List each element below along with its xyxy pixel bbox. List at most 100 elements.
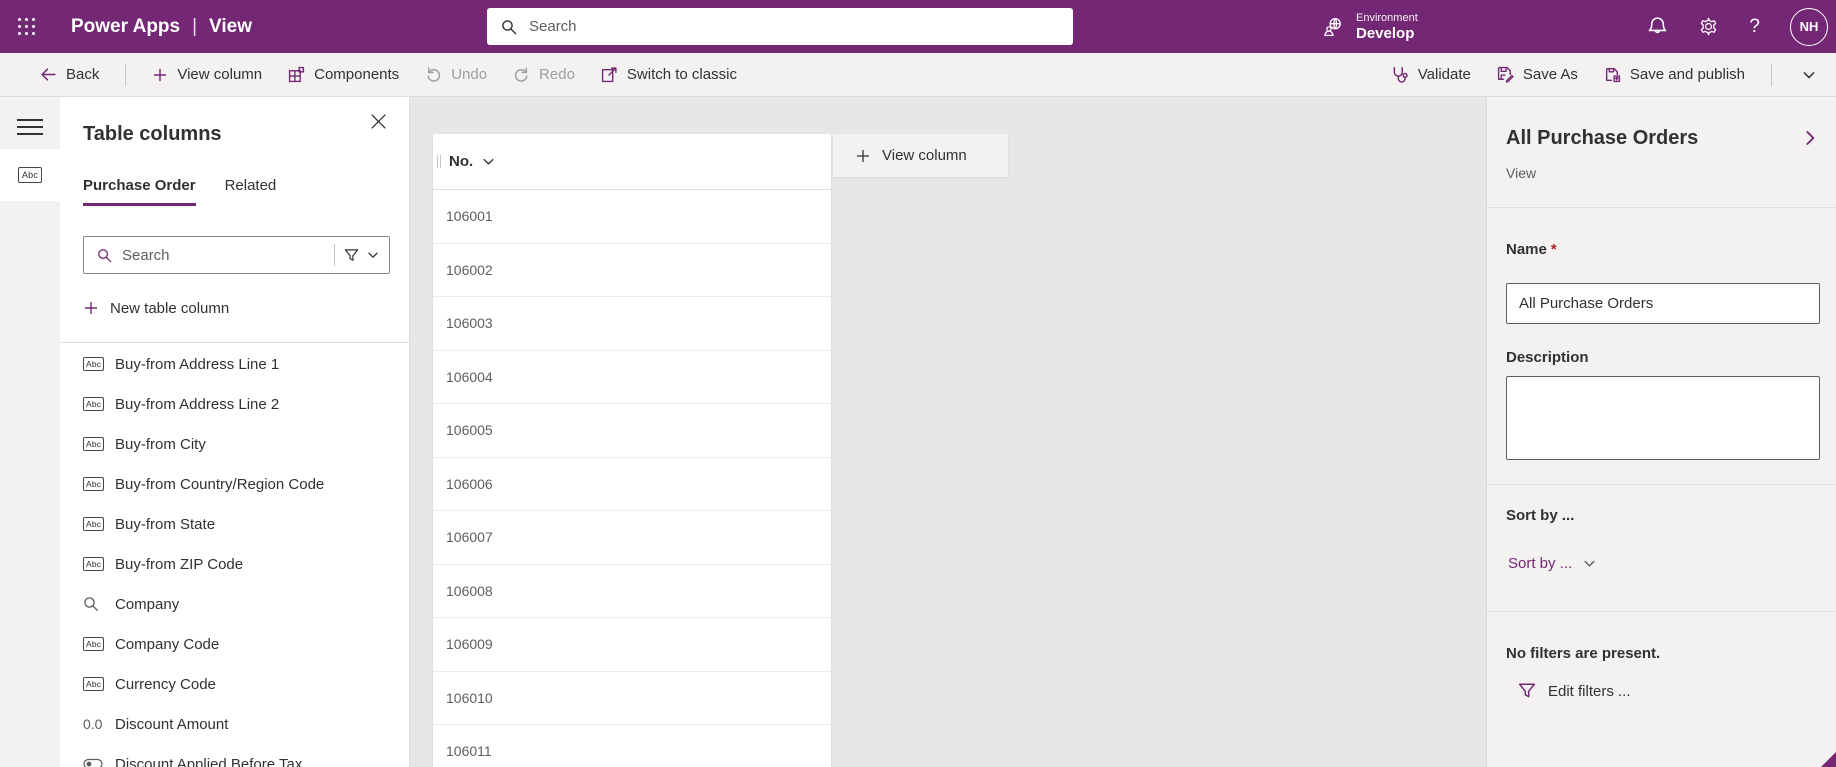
properties-header: All Purchase Orders View (1487, 97, 1836, 208)
column-list-item[interactable]: Abc Buy-from Address Line 2 (60, 384, 410, 424)
sort-section-label: Sort by ... (1506, 507, 1574, 524)
column-grip-icon[interactable] (437, 155, 441, 168)
column-list-item-label: Buy-from State (115, 516, 215, 533)
plus-icon (152, 67, 168, 83)
edit-filters-button[interactable]: Edit filters ... (1518, 682, 1631, 700)
column-list-item[interactable]: Abc Buy-from Address Line 1 (60, 344, 410, 384)
new-table-column-label: New table column (110, 300, 229, 317)
column-list-item[interactable]: Company (60, 584, 410, 624)
properties-type-label: View (1506, 165, 1536, 181)
description-field[interactable] (1506, 376, 1820, 460)
grid-cell-no: 106006 (446, 476, 493, 492)
number-column-icon: 0.0 (83, 716, 102, 732)
section-divider (1487, 611, 1836, 612)
text-column-icon: Abc (83, 557, 104, 571)
command-overflow-chevron[interactable] (1798, 64, 1820, 86)
app-header: Power Apps|View Environment Develop ? NH (0, 0, 1836, 53)
column-list-item[interactable]: Discount Applied Before Tax (60, 744, 410, 767)
search-divider (334, 244, 335, 266)
switch-to-classic-button[interactable]: Switch to classic (601, 66, 737, 83)
view-column-label: View column (177, 66, 262, 83)
column-list-item-label: Buy-from Address Line 1 (115, 356, 279, 373)
redo-icon (513, 66, 530, 83)
column-list-item[interactable]: Abc Buy-from City (60, 424, 410, 464)
tab-related[interactable]: Related (225, 177, 277, 206)
panel-separator (60, 342, 410, 343)
add-view-column-label: View column (882, 147, 967, 164)
grid-cell-no: 106001 (446, 208, 493, 224)
close-panel-button[interactable] (363, 106, 393, 136)
grid-row: 106011 (433, 725, 831, 767)
view-preview-grid: No. 106001 106002 106003 106004 (433, 134, 831, 767)
column-list-item-label: Buy-from ZIP Code (115, 556, 243, 573)
command-bar: Back View column Components Undo Redo Sw… (0, 53, 1836, 97)
gear-icon (1698, 16, 1719, 37)
grid-row: 106004 (433, 351, 831, 405)
chevron-down-icon[interactable] (367, 249, 379, 261)
text-column-icon: Abc (83, 357, 104, 371)
back-button[interactable]: Back (40, 66, 99, 83)
text-column-icon: Abc (83, 397, 104, 411)
column-list-item[interactable]: 0.0 Discount Amount (60, 704, 410, 744)
name-field[interactable] (1506, 283, 1820, 324)
column-list-item[interactable]: Abc Company Code (60, 624, 410, 664)
environment-label: Environment (1356, 11, 1418, 25)
column-list-item[interactable]: Abc Buy-from State (60, 504, 410, 544)
grid-cell-no: 106003 (446, 315, 493, 331)
back-arrow-icon (40, 66, 57, 83)
add-view-column-button[interactable]: View column (833, 134, 1008, 177)
undo-button[interactable]: Undo (425, 66, 487, 83)
help-button[interactable]: ? (1749, 16, 1760, 38)
rail-item-table-columns[interactable]: Abc (0, 149, 60, 201)
grid-column-header-no[interactable]: No. (433, 134, 831, 190)
save-as-button[interactable]: Save As (1497, 66, 1578, 83)
collapse-panel-button[interactable] (1802, 130, 1818, 146)
environment-picker[interactable]: Environment Develop (1322, 0, 1418, 53)
save-and-publish-button[interactable]: Save and publish (1604, 66, 1745, 83)
waffle-menu-icon[interactable] (0, 0, 53, 53)
column-list-item[interactable]: Abc Currency Code (60, 664, 410, 704)
back-label: Back (66, 66, 99, 83)
components-button[interactable]: Components (288, 66, 399, 83)
column-list-item-label: Discount Amount (115, 716, 228, 733)
save-and-publish-label: Save and publish (1630, 66, 1745, 83)
view-designer-canvas: No. 106001 106002 106003 106004 (410, 97, 1486, 767)
switch-to-classic-icon (601, 66, 618, 83)
help-icon: ? (1749, 16, 1760, 38)
sort-by-dropdown[interactable]: Sort by ... (1508, 555, 1596, 572)
text-column-icon: Abc (83, 637, 104, 651)
grid-cell-no: 106005 (446, 422, 493, 438)
column-list-item-label: Buy-from City (115, 436, 206, 453)
validate-icon (1391, 66, 1409, 84)
tab-purchase-order[interactable]: Purchase Order (83, 177, 196, 206)
filter-icon (1518, 682, 1536, 700)
column-list-item[interactable]: Abc Buy-from ZIP Code (60, 544, 410, 584)
filter-icon[interactable] (344, 248, 359, 263)
new-table-column-button[interactable]: New table column (83, 293, 229, 323)
grid-row: 106002 (433, 244, 831, 298)
grid-cell-no: 106009 (446, 636, 493, 652)
column-list-item-label: Currency Code (115, 676, 216, 693)
column-list-item-label: Company Code (115, 636, 219, 653)
global-search[interactable] (487, 8, 1073, 45)
chevron-down-icon (1802, 68, 1816, 82)
column-list-item-label: Discount Applied Before Tax (115, 756, 302, 767)
view-column-button[interactable]: View column (152, 66, 262, 83)
grid-row: 106001 (433, 190, 831, 244)
column-search-input[interactable] (122, 247, 325, 264)
redo-button[interactable]: Redo (513, 66, 575, 83)
resize-corner[interactable] (1821, 752, 1836, 767)
validate-button[interactable]: Validate (1391, 66, 1471, 84)
settings-button[interactable] (1698, 16, 1719, 37)
column-list: Abc Buy-from Address Line 1 Abc Buy-from… (60, 344, 410, 767)
notifications-button[interactable] (1647, 16, 1668, 37)
global-search-input[interactable] (529, 18, 1059, 35)
table-columns-panel: Table columns Purchase Order Related New… (60, 97, 410, 767)
avatar-initials: NH (1800, 19, 1819, 34)
grid-column-header-label: No. (449, 153, 473, 170)
hamburger-menu-icon[interactable] (0, 105, 60, 149)
column-list-item[interactable]: Abc Buy-from Country/Region Code (60, 464, 410, 504)
bell-icon (1647, 16, 1668, 37)
chevron-down-icon[interactable] (482, 155, 495, 168)
avatar[interactable]: NH (1790, 8, 1828, 46)
